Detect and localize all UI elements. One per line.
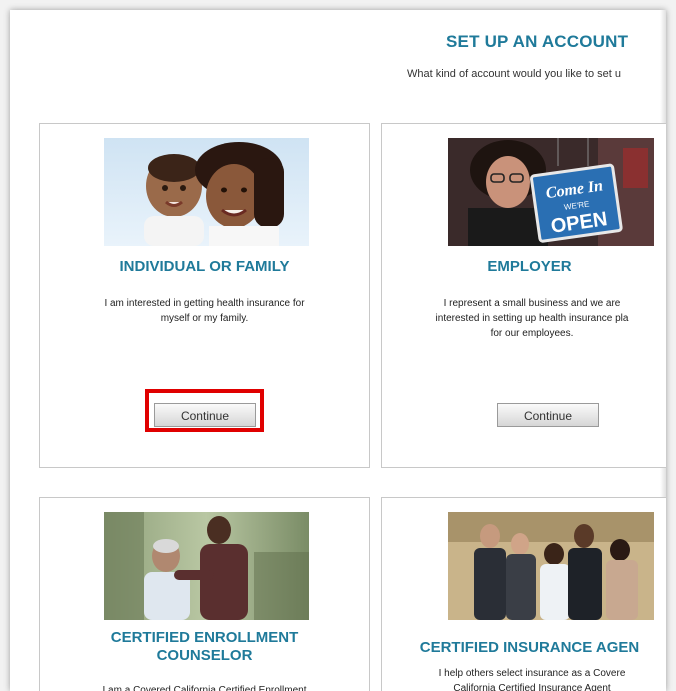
card-description: I help others select insurance as a Cove… [438,668,626,691]
card-title: CERTIFIED INSURANCE AGEN [419,639,640,656]
highlight-annotation [145,389,264,432]
card-title: EMPLOYER [487,258,572,275]
business-group-illustration [448,512,654,620]
employer-continue-button[interactable]: Continue [497,403,599,427]
business-group-photo [448,512,654,620]
card-description: I represent a small business and we are … [435,298,629,339]
card-description: I am interested in getting health insura… [104,298,305,324]
card-title: INDIVIDUAL OR FAMILY [119,258,290,275]
card-description: I am a Covered California Certified Enro… [102,685,307,691]
employer-card: Come In WE'RE OPEN EMPLOYER I represent … [381,123,666,468]
page-frame: SET UP AN ACCOUNT What kind of account w… [10,10,666,691]
caregiver-illustration [104,512,309,620]
mother-baby-illustration [104,138,309,246]
caregiver-photo [104,512,309,620]
enrollment-counselor-card: CERTIFIED ENROLLMENT COUNSELOR I am a Co… [39,497,370,691]
page-title: SET UP AN ACCOUNT [446,32,629,51]
page-subtitle: What kind of account would you like to s… [407,68,622,80]
card-title: CERTIFIED ENROLLMENT COUNSELOR [110,629,299,664]
mother-baby-photo [104,138,309,246]
insurance-agent-card: CERTIFIED INSURANCE AGEN I help others s… [381,497,666,691]
open-sign-photo: Come In WE'RE OPEN [448,138,654,246]
open-sign-illustration: Come In WE'RE OPEN [448,138,654,246]
